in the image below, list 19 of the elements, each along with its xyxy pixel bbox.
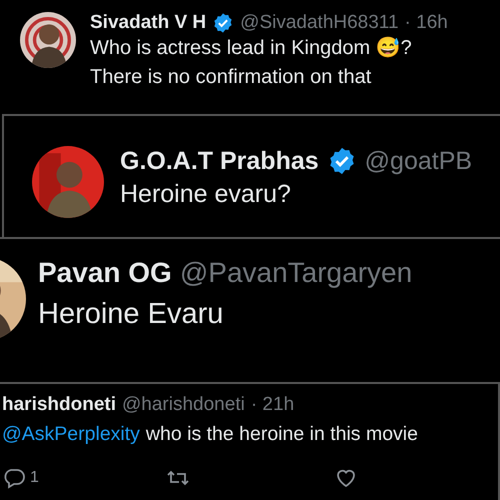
post-text: who is the heroine in this movie xyxy=(146,423,418,445)
verified-badge-icon xyxy=(212,12,234,34)
mention-link[interactable]: @AskPerplexity xyxy=(2,423,140,445)
user-name[interactable]: G.O.A.T Prabhas xyxy=(120,146,319,176)
user-name[interactable]: harishdoneti xyxy=(2,394,116,416)
reply-count: 1 xyxy=(30,469,39,487)
reply-icon[interactable] xyxy=(2,466,26,490)
user-handle[interactable]: @PavanTargaryen xyxy=(180,257,412,289)
post-time: · 16h xyxy=(404,12,448,34)
user-handle[interactable]: @SivadathH68311 xyxy=(240,12,399,34)
user-handle[interactable]: @goatPB xyxy=(364,146,472,176)
post-text: There is no confirmation on that xyxy=(90,66,372,88)
user-name[interactable]: Sivadath V H xyxy=(90,12,206,34)
user-handle[interactable]: @harishdoneti xyxy=(122,394,245,416)
post-text: Heroine evaru? xyxy=(120,180,291,208)
post-time: · 21h xyxy=(250,394,294,416)
post-text: Who is actress lead in Kingdom 😅? xyxy=(90,37,412,59)
post-text: Heroine Evaru xyxy=(38,298,224,330)
user-name[interactable]: Pavan OG xyxy=(38,257,172,289)
